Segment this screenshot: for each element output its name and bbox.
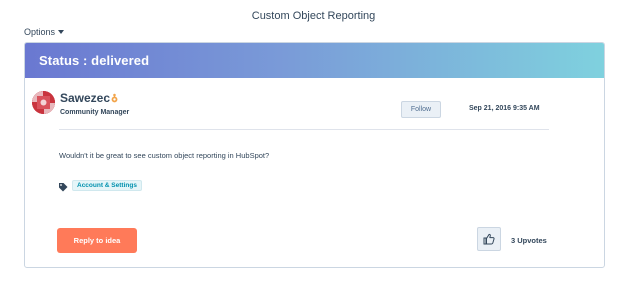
idea-card: Status : delivered Sawezec Community Man… (24, 42, 605, 268)
tag-icon (59, 183, 68, 192)
hubspot-sprocket-avatar (32, 91, 55, 114)
follow-button[interactable]: Follow (401, 101, 441, 118)
upvote-count: 3 Upvotes (511, 236, 547, 245)
thumbs-up-icon (483, 233, 495, 245)
divider (59, 129, 549, 130)
options-dropdown[interactable]: Options (24, 27, 65, 37)
author-role: Community Manager (60, 109, 130, 116)
upvote-button[interactable] (477, 227, 501, 251)
post-date: Sep 21, 2016 9:35 AM (469, 105, 540, 112)
post-body: Wouldn't it be great to see custom objec… (59, 151, 270, 160)
caret-down-icon (58, 30, 65, 34)
page-title: Custom Object Reporting (251, 10, 376, 22)
options-label: Options (24, 27, 56, 37)
reply-to-idea-button[interactable]: Reply to idea (57, 228, 137, 253)
status-bar: Status : delivered (25, 43, 604, 78)
status-label: Status : delivered (39, 53, 150, 68)
author-name[interactable]: Sawezec (60, 91, 110, 105)
orange-sprocket-badge-icon (111, 93, 118, 103)
tag-account-settings[interactable]: Account & Settings (72, 180, 142, 191)
avatar[interactable] (32, 91, 55, 114)
